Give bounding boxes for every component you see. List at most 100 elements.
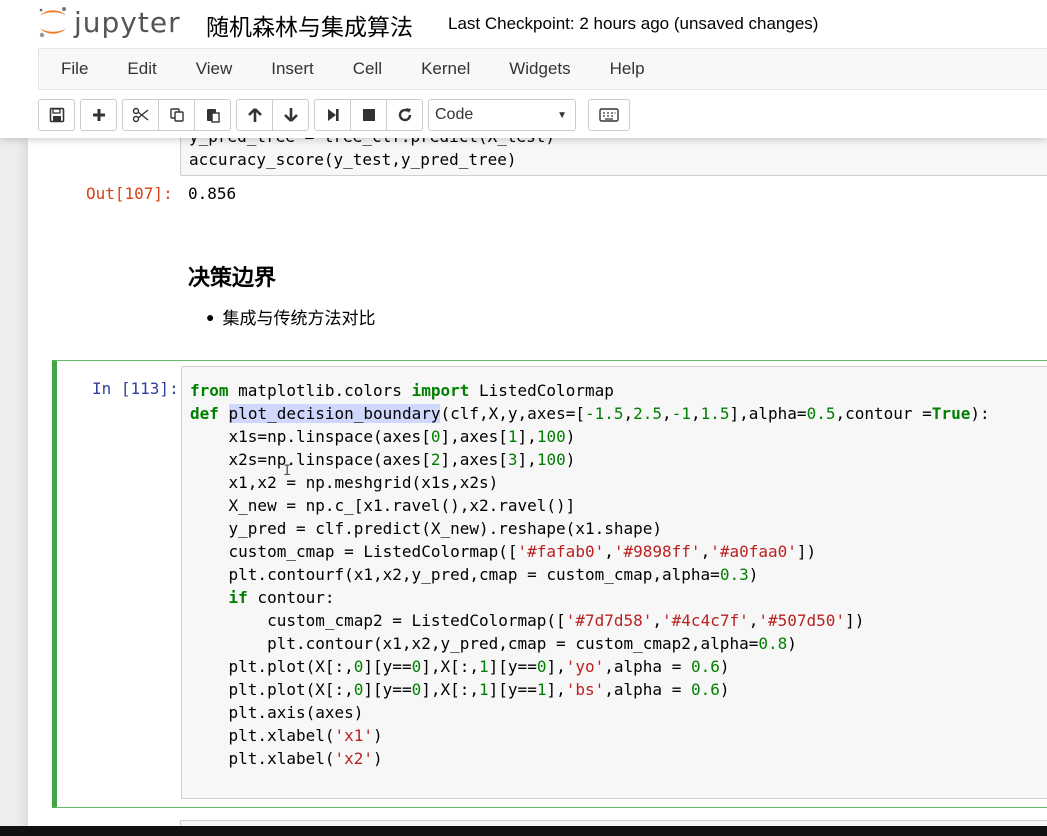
code-token: 3 [507, 450, 518, 469]
code-token: ) [787, 634, 797, 653]
menu-kernel[interactable]: Kernel [407, 59, 484, 79]
notebook-title[interactable]: 随机森林与集成算法 [206, 8, 413, 42]
text-cursor-icon: I [283, 463, 292, 479]
interrupt-button[interactable] [350, 99, 387, 131]
code-token: ], [546, 657, 566, 676]
list-item: 集成与传统方法对比 [222, 309, 376, 328]
menu-bar: File Edit View Insert Cell Kernel Widget… [38, 48, 1047, 90]
copy-icon [169, 108, 184, 122]
code-token: 100 [536, 427, 566, 446]
code-token: 100 [536, 450, 566, 469]
code-token: -1.5 [584, 404, 624, 423]
menu-view[interactable]: View [182, 59, 247, 79]
code-token: ) [373, 726, 383, 745]
code-token: ],X[:, [421, 680, 480, 699]
command-palette-button[interactable] [588, 99, 630, 131]
save-button[interactable] [38, 99, 75, 131]
cut-button[interactable] [122, 99, 159, 131]
jupyter-logo[interactable]: jupyter [36, 4, 181, 40]
code-token: True [931, 404, 971, 423]
move-down-button[interactable] [272, 99, 309, 131]
code-token: 0.8 [758, 634, 788, 653]
menu-cell[interactable]: Cell [339, 59, 396, 79]
code-token: ], [546, 680, 566, 699]
code-token: 2.5 [633, 404, 663, 423]
code-token: '#a0faa0' [710, 542, 797, 561]
code-token: ) [373, 749, 383, 768]
code-token: , [623, 404, 634, 423]
code-token: ],alpha= [729, 404, 807, 423]
menu-help[interactable]: Help [596, 59, 659, 79]
code-token: ,contour = [835, 404, 932, 423]
notebook-container: y_pred_tree = tree_clf.predict(X_test) a… [28, 134, 1047, 836]
code-token: '#fafab0' [517, 542, 605, 561]
caret-down-icon: ▼ [557, 109, 567, 121]
code-token: '#7d7d58' [565, 611, 653, 630]
checkpoint-status: Last Checkpoint: 2 hours ago (unsaved ch… [448, 14, 819, 33]
code-token: 1 [507, 427, 518, 446]
code-token: custom_cmap2 = ListedColormap([ [190, 611, 566, 630]
output-value: 0.856 [188, 184, 237, 203]
code-token: ) [719, 680, 730, 699]
code-token: 1.5 [700, 404, 730, 423]
code-token: ],axes[ [440, 427, 508, 446]
code-line: X_new = np.c_[x1.ravel(),x2.ravel()] [190, 494, 1047, 517]
selected-code-cell[interactable]: In [113]: from matplotlib.colors import … [52, 360, 1047, 808]
code-token: -1 [671, 404, 691, 423]
menu-insert[interactable]: Insert [257, 59, 328, 79]
previous-code-cell[interactable]: y_pred_tree = tree_clf.predict(X_test) a… [180, 134, 1047, 176]
paste-button[interactable] [194, 99, 231, 131]
code-editor[interactable]: from matplotlib.colors import ListedColo… [181, 366, 1047, 799]
output-prompt: Out[107]: [86, 184, 173, 203]
code-line: y_pred = clf.predict(X_new).reshape(x1.s… [190, 517, 1047, 540]
restart-button[interactable] [386, 99, 423, 131]
arrow-up-icon [247, 108, 262, 122]
code-line: accuracy_score(y_test,y_pred_tree) [189, 150, 517, 169]
code-token: 0 [411, 657, 422, 676]
code-line: plt.contourf(x1,x2,y_pred,cmap = custom_… [190, 563, 1047, 586]
code-token: y_pred = clf.predict(X_new).reshape(x1.s… [190, 519, 663, 538]
run-button[interactable] [314, 99, 351, 131]
bottom-edge-bar [0, 826, 1047, 836]
code-line: plt.plot(X[:,0][y==0],X[:,1][y==0],'yo',… [190, 655, 1047, 678]
code-token: custom_cmap = ListedColormap([ [190, 542, 518, 561]
menu-widgets[interactable]: Widgets [495, 59, 584, 79]
input-prompt: In [113]: [92, 379, 179, 398]
save-icon [49, 107, 64, 123]
jupyter-logo-icon [39, 7, 66, 38]
cell-type-select[interactable]: Code ▼ [428, 99, 576, 131]
code-line: custom_cmap2 = ListedColormap(['#7d7d58'… [190, 609, 1047, 632]
code-token: ]) [845, 611, 865, 630]
code-token: , [652, 611, 663, 630]
code-token: ][y== [488, 657, 537, 676]
code-line: plt.plot(X[:,0][y==0],X[:,1][y==1],'bs',… [190, 678, 1047, 701]
code-token: matplotlib.colors [228, 381, 412, 400]
code-token: ) [748, 565, 759, 584]
code-token: plt.xlabel( [190, 726, 335, 745]
menu-file[interactable]: File [47, 59, 102, 79]
copy-button[interactable] [158, 99, 195, 131]
code-token: ], [517, 450, 537, 469]
insert-cell-button[interactable] [80, 99, 117, 131]
code-token: plt.axis(axes) [190, 703, 364, 722]
code-token: plt.plot(X[:, [190, 657, 354, 676]
menu-edit[interactable]: Edit [113, 59, 170, 79]
code-token: 1 [479, 680, 489, 699]
cell-type-value: Code [435, 106, 474, 123]
code-line: def plot_decision_boundary(clf,X,y,axes=… [190, 402, 1047, 425]
code-token: 'x2' [334, 749, 374, 768]
code-token: plt.contour(x1,x2,y_pred,cmap = custom_c… [190, 634, 759, 653]
code-token: plt.plot(X[:, [190, 680, 354, 699]
code-line: x1s=np.linspace(axes[0],axes[1],100) [190, 425, 1047, 448]
code-token: x1s=np.linspace(axes[ [190, 427, 431, 446]
code-token: ) [565, 450, 576, 469]
logo-text: jupyter [74, 5, 181, 39]
notebook-header: jupyter 随机森林与集成算法 Last Checkpoint: 2 hou… [0, 0, 1047, 138]
code-line: if contour: [190, 586, 1047, 609]
cut-icon [132, 107, 148, 123]
move-up-button[interactable] [236, 99, 273, 131]
code-token: (clf,X,y,axes=[ [440, 404, 585, 423]
code-line: x2s=np.linspace(axes[2],axes[3],100) [190, 448, 1047, 471]
code-token: , [662, 404, 672, 423]
